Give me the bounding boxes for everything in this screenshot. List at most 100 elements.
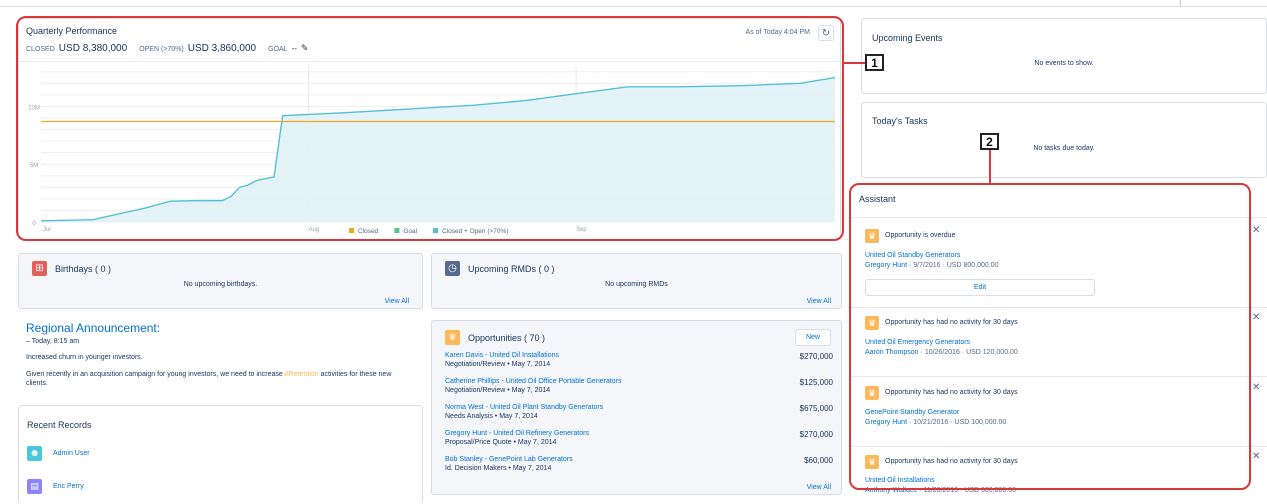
salesforce-home: Quarterly Performance CLOSED USD 8,380,0… bbox=[0, 0, 1267, 504]
rmds-title: Upcoming RMDs ( 0 ) bbox=[468, 264, 555, 274]
retention-hashtag[interactable]: #Retention bbox=[285, 371, 319, 378]
legend-swatch bbox=[433, 228, 438, 233]
opp-date: May 7, 2014 bbox=[511, 361, 551, 368]
opps-view-all[interactable]: View All bbox=[807, 484, 831, 491]
recent-title: Recent Records bbox=[27, 420, 92, 430]
perf-title: Quarterly Performance bbox=[26, 26, 118, 36]
announcement-time: – Today, 8:15 am bbox=[26, 338, 80, 345]
legend-swatch bbox=[349, 228, 354, 233]
assistant-item-detail: 10/26/2016 · USD 120,000.00 bbox=[924, 349, 1018, 356]
opp-row[interactable]: Norma West - United Oil Plant Standby Ge… bbox=[445, 404, 833, 420]
contact-card-icon: ▤ bbox=[27, 479, 42, 494]
opps-title: Opportunities ( 70 ) bbox=[468, 333, 546, 343]
opp-meta: Proposal/Price Quote • May 7, 2014 bbox=[445, 439, 557, 446]
user-icon: ☻ bbox=[27, 446, 42, 461]
events-empty: No events to show. bbox=[1034, 60, 1094, 67]
assistant-item-owner[interactable]: Gregory Hunt bbox=[865, 419, 907, 426]
legend-label: Goal bbox=[403, 228, 417, 235]
goal-value: -- bbox=[291, 44, 297, 53]
goal-label: GOAL bbox=[268, 46, 288, 53]
opp-row[interactable]: Gregory Hunt - United Oil Refinery Gener… bbox=[445, 430, 833, 446]
opp-row[interactable]: Catherine Phillips - United Oil Office P… bbox=[445, 378, 833, 394]
assistant-panel: Assistant ♛ Opportunity is overdue ✕ Uni… bbox=[851, 183, 1267, 504]
opp-name[interactable]: Catherine Phillips - United Oil Office P… bbox=[445, 378, 833, 385]
gift-icon: ⊞ bbox=[32, 261, 47, 276]
assistant-item-owner[interactable]: Gregory Hunt bbox=[865, 262, 907, 269]
edit-button[interactable]: Edit bbox=[865, 279, 1095, 296]
announcement-line1: Increased churn in younger investors. bbox=[26, 354, 143, 361]
announcement-line2: Given recently in an acquisition campaig… bbox=[26, 371, 421, 378]
birthdays-card: ⊞ Birthdays ( 0 ) No upcoming birthdays.… bbox=[18, 253, 423, 309]
refresh-button[interactable]: ↻ bbox=[818, 25, 834, 41]
announcement-text: activities for these new bbox=[318, 371, 392, 378]
assistant-item-heading: Opportunity has had no activity for 30 d… bbox=[885, 458, 1018, 465]
rmds-card: ◷ Upcoming RMDs ( 0 ) No upcoming RMDs V… bbox=[431, 253, 842, 309]
opp-date: May 7, 2014 bbox=[511, 387, 551, 394]
new-button[interactable]: New bbox=[795, 329, 831, 346]
opp-stage: Id. Decision Makers bbox=[445, 465, 507, 472]
rmds-view-all[interactable]: View All bbox=[807, 298, 831, 305]
opp-meta: Negotiation/Review • May 7, 2014 bbox=[445, 361, 551, 368]
opp-meta: Id. Decision Makers • May 7, 2014 bbox=[445, 465, 552, 472]
close-icon[interactable]: ✕ bbox=[1252, 382, 1260, 393]
edit-label: Edit bbox=[973, 284, 987, 291]
announcement-text: Given recently in an acquisition campaig… bbox=[26, 371, 285, 378]
crown-icon: ♛ bbox=[865, 455, 879, 469]
close-icon[interactable]: ✕ bbox=[1252, 451, 1260, 462]
assistant-divider bbox=[851, 446, 1267, 447]
opp-row[interactable]: Karen Davis - United Oil Installations N… bbox=[445, 352, 833, 368]
opp-row[interactable]: Bob Stanley - GenePoint Lab Generators I… bbox=[445, 456, 833, 472]
top-tick bbox=[1180, 0, 1181, 6]
opp-stage: Negotiation/Review bbox=[445, 387, 506, 394]
rmds-empty: No upcoming RMDs bbox=[605, 281, 668, 288]
assistant-item-heading: Opportunity has had no activity for 30 d… bbox=[885, 389, 1018, 396]
assistant-item-detail: 11/28/2016 · USD 300,000.00 bbox=[923, 487, 1017, 494]
close-icon[interactable]: ✕ bbox=[1252, 225, 1260, 236]
opp-meta: Needs Analysis • May 7, 2014 bbox=[445, 413, 538, 420]
x-tick-label: Sep bbox=[576, 227, 587, 233]
assistant-item-heading: Opportunity is overdue bbox=[885, 232, 956, 239]
assistant-item-owner[interactable]: Anthony Wallace bbox=[865, 487, 917, 494]
opp-amount: $270,000 bbox=[799, 430, 833, 439]
y-tick-label: 5M bbox=[30, 163, 38, 169]
opp-amount: $675,000 bbox=[799, 404, 833, 413]
legend-label: Closed bbox=[358, 228, 379, 235]
assistant-item-link[interactable]: United Oil Emergency Generators bbox=[865, 339, 970, 346]
opp-name[interactable]: Bob Stanley - GenePoint Lab Generators bbox=[445, 456, 833, 463]
recent-record-link[interactable]: Admin User bbox=[53, 450, 90, 457]
pencil-icon[interactable]: ✎ bbox=[301, 43, 309, 54]
opp-name[interactable]: Norma West - United Oil Plant Standby Ge… bbox=[445, 404, 833, 411]
assistant-item-link[interactable]: GenePoint Standby Generator bbox=[865, 409, 959, 416]
opp-stage: Negotiation/Review bbox=[445, 361, 506, 368]
close-icon[interactable]: ✕ bbox=[1252, 312, 1260, 323]
callout-number-2: 2 bbox=[980, 133, 999, 150]
clock-icon: ◷ bbox=[445, 261, 460, 276]
crown-icon: ♛ bbox=[865, 229, 879, 243]
assistant-item-owner[interactable]: Aaron Thompson bbox=[865, 349, 919, 356]
announcement-title[interactable]: Regional Announcement: bbox=[26, 321, 421, 335]
assistant-item-detail: 10/21/2016 · USD 100,000.00 bbox=[913, 419, 1007, 426]
tasks-empty: No tasks due today. bbox=[1033, 145, 1095, 152]
assistant-item-meta: Gregory Hunt · 9/7/2016 · USD 800,000.00 bbox=[865, 262, 999, 269]
open-value: USD 3,860,000 bbox=[187, 43, 257, 54]
crown-icon: ♛ bbox=[865, 316, 879, 330]
birthdays-view-all[interactable]: View All bbox=[385, 298, 409, 305]
opp-date: May 7, 2014 bbox=[517, 439, 557, 446]
opp-name[interactable]: Karen Davis - United Oil Installations bbox=[445, 352, 833, 359]
recent-record-link[interactable]: Eric Perry bbox=[53, 483, 84, 490]
opp-amount: $125,000 bbox=[799, 378, 833, 387]
y-tick-label: 0 bbox=[32, 221, 36, 227]
quarterly-performance-card: Quarterly Performance CLOSED USD 8,380,0… bbox=[18, 18, 841, 240]
opp-meta: Negotiation/Review • May 7, 2014 bbox=[445, 387, 551, 394]
crown-icon: ♛ bbox=[865, 386, 879, 400]
legend-label: Closed + Open (>70%) bbox=[442, 228, 508, 235]
legend-swatch bbox=[394, 228, 400, 233]
opp-name[interactable]: Gregory Hunt - United Oil Refinery Gener… bbox=[445, 430, 833, 437]
announcement-line3: clients. bbox=[26, 380, 48, 387]
assistant-item-link[interactable]: United Oil Installations bbox=[865, 477, 935, 484]
callout-connector bbox=[843, 62, 865, 64]
assistant-item-link[interactable]: United Oil Standby Generators bbox=[865, 252, 960, 259]
opp-date: May 7, 2014 bbox=[512, 465, 552, 472]
upcoming-events-card: Upcoming Events No events to show. bbox=[861, 18, 1267, 94]
crown-icon: ♛ bbox=[445, 330, 460, 345]
